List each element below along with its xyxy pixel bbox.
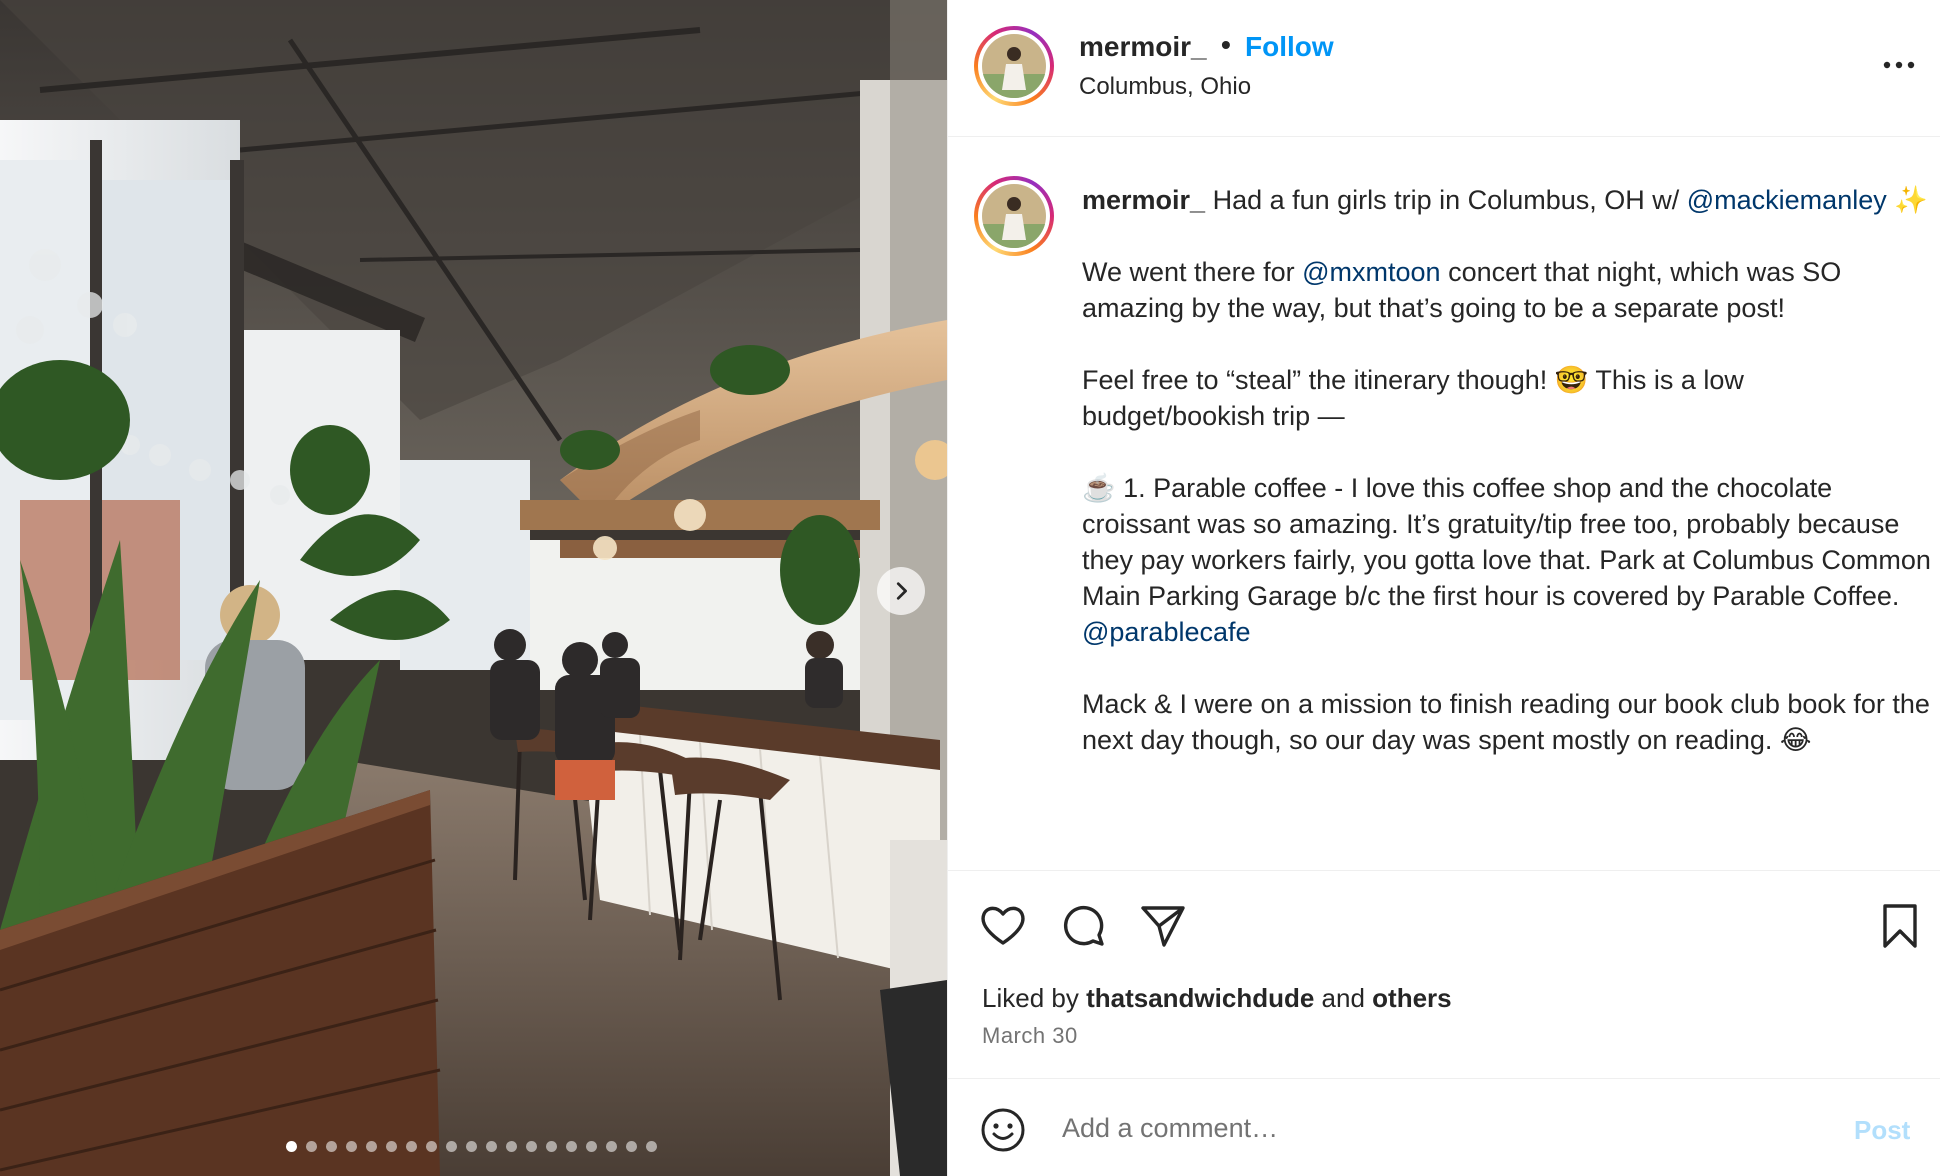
post-photo[interactable] xyxy=(0,0,947,1176)
post-date[interactable]: March 30 xyxy=(982,1023,1078,1049)
carousel-dot xyxy=(586,1141,597,1152)
post-actions: Liked by thatsandwichdude and others Mar… xyxy=(948,870,1940,1080)
caption-username[interactable]: mermoir_ xyxy=(1082,185,1205,215)
comment-composer: Post xyxy=(948,1078,1940,1176)
header-separator: • xyxy=(1221,29,1231,60)
carousel-dot xyxy=(526,1141,537,1152)
caption-text: mermoir_ Had a fun girls trip in Columbu… xyxy=(1082,182,1932,758)
cafe-interior-photo xyxy=(0,0,947,1176)
carousel-dot xyxy=(546,1141,557,1152)
sparkles-emoji: ✨ xyxy=(1886,185,1928,215)
carousel-dot xyxy=(346,1141,357,1152)
carousel-dot xyxy=(486,1141,497,1152)
likes-prefix: Liked by xyxy=(982,983,1087,1013)
heart-icon[interactable] xyxy=(978,901,1028,951)
carousel-dot xyxy=(566,1141,577,1152)
mention-link[interactable]: @mackiemanley xyxy=(1687,185,1887,215)
carousel-dot xyxy=(466,1141,477,1152)
carousel-dot xyxy=(426,1141,437,1152)
carousel-dot xyxy=(626,1141,637,1152)
mention-link[interactable]: @parablecafe xyxy=(1082,617,1251,647)
carousel-dot xyxy=(366,1141,377,1152)
carousel-dot xyxy=(406,1141,417,1152)
liked-by-user[interactable]: thatsandwichdude xyxy=(1086,983,1314,1013)
post-location[interactable]: Columbus, Ohio xyxy=(1079,73,1251,101)
caption-area: mermoir_ Had a fun girls trip in Columbu… xyxy=(948,138,1940,870)
mention-link[interactable]: @mxmtoon xyxy=(1302,257,1440,287)
post-side-panel: mermoir_ • Follow Columbus, Ohio mermoir… xyxy=(947,0,1940,1176)
caption-avatar[interactable] xyxy=(974,176,1054,256)
chevron-right-icon xyxy=(896,582,907,600)
profile-photo xyxy=(982,34,1046,98)
carousel-dot xyxy=(606,1141,617,1152)
carousel-dot xyxy=(326,1141,337,1152)
smiley-icon[interactable] xyxy=(980,1107,1026,1153)
caption-intro: Had a fun girls trip in Columbus, OH w/ xyxy=(1205,185,1687,215)
bookmark-icon[interactable] xyxy=(1875,901,1925,951)
carousel-dot xyxy=(446,1141,457,1152)
carousel-indicator xyxy=(0,1139,947,1155)
paper-plane-icon[interactable] xyxy=(1138,901,1188,951)
comment-icon[interactable] xyxy=(1058,901,1108,951)
profile-photo xyxy=(982,184,1046,248)
carousel-dot xyxy=(286,1141,297,1152)
post-author-username[interactable]: mermoir_ xyxy=(1079,31,1207,63)
carousel-dot xyxy=(506,1141,517,1152)
avatar[interactable] xyxy=(974,26,1054,106)
caption-p5: Mack & I were on a mission to finish rea… xyxy=(1082,689,1938,755)
carousel-dot xyxy=(386,1141,397,1152)
likes-others-link[interactable]: others xyxy=(1372,983,1451,1013)
carousel-dot xyxy=(646,1141,657,1152)
caption-p4: ☕️ 1. Parable coffee - I love this coffe… xyxy=(1082,473,1939,611)
caption-p2-before: We went there for xyxy=(1082,257,1303,287)
post-comment-button[interactable]: Post xyxy=(1854,1115,1910,1146)
post-header: mermoir_ • Follow Columbus, Ohio xyxy=(948,0,1940,137)
comment-input[interactable] xyxy=(1062,1103,1762,1153)
more-horizontal-icon[interactable] xyxy=(1878,50,1920,80)
likes-middle: and xyxy=(1314,983,1373,1013)
next-photo-button[interactable] xyxy=(877,567,925,615)
caption-p3: Feel free to “steal” the itinerary thoug… xyxy=(1082,365,1752,431)
carousel-dot xyxy=(306,1141,317,1152)
likes-summary: Liked by thatsandwichdude and others xyxy=(982,983,1452,1014)
follow-button[interactable]: Follow xyxy=(1245,31,1334,63)
